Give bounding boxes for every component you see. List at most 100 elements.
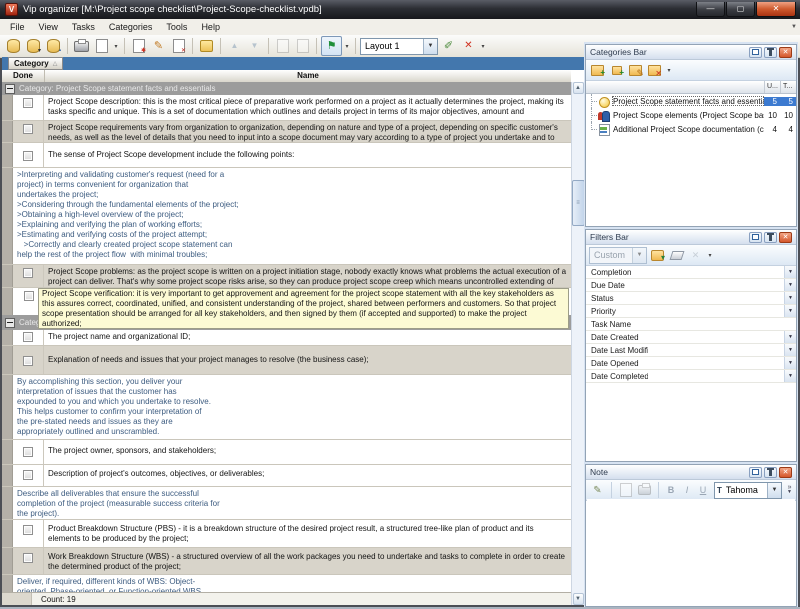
task-row[interactable]: Work Breakdown Structure (WBS) - a struc… [2,548,571,575]
close-button[interactable]: ✕ [756,2,796,17]
edit-category-button[interactable]: ✎ [627,62,644,78]
menu-view[interactable]: View [32,21,65,33]
new-task-button[interactable]: ✱ [129,37,148,55]
italic-button[interactable]: I [680,485,694,495]
selected-task-editor[interactable]: Project Scope verification: it is very i… [38,288,569,329]
vertical-scrollbar[interactable]: ▲ ≡ ▼ [571,82,584,605]
note-close-button[interactable]: ✕ [779,467,792,478]
underline-button[interactable]: U [696,485,710,495]
categories-overflow-icon[interactable]: ▾ [665,67,673,74]
category-item[interactable]: Project Scope statement facts and essent… [586,94,796,108]
note-toolbar-overflow[interactable]: »▼ [787,486,793,494]
move-up-button[interactable]: ▲ [225,37,244,55]
task-row[interactable]: Project Scope description: this is the m… [2,95,571,121]
filter-value-input[interactable] [648,344,784,356]
delete-layout-button[interactable]: ✕ [459,37,478,55]
maximize-button[interactable]: ▢ [726,2,755,17]
print-button[interactable] [72,37,91,55]
undone-column-header[interactable]: U... [764,81,780,93]
done-checkbox[interactable] [24,291,34,301]
note-preview-button[interactable] [617,482,634,498]
filters-close-button[interactable]: ✕ [779,232,792,243]
font-combo[interactable]: T Tahoma ▼ [714,482,782,499]
filter-dropdown-button[interactable]: ▼ [784,370,796,382]
column-header-done[interactable]: Done [2,70,45,82]
note-row[interactable]: Describe all deliverables that ensure th… [2,487,571,520]
done-checkbox[interactable] [23,98,33,108]
filter-preset-combo[interactable]: Custom ▼ [589,247,647,264]
print-overflow-icon[interactable]: ▾ [112,43,120,50]
filter-preset-dropdown[interactable]: ▼ [632,248,646,263]
filter-value-input[interactable] [648,279,784,291]
view-overflow-icon[interactable]: ▾ [343,43,351,50]
bold-button[interactable]: B [664,485,678,495]
task-row[interactable]: Explanation of needs and issues that you… [2,346,571,375]
note-row[interactable]: By accomplishing this section, you deliv… [2,375,571,440]
note-print-button[interactable] [636,482,653,498]
task-row[interactable]: Product Breakdown Structure (PBS) - it i… [2,520,571,548]
task-row[interactable]: The project name and organizational ID; [2,330,571,346]
filter-value-input[interactable] [648,292,784,304]
task-row[interactable]: Description of project's outcomes, objec… [2,465,571,487]
total-column-header[interactable]: T... [780,81,796,93]
menu-overflow-icon[interactable]: ▼ [791,24,797,30]
menu-tasks[interactable]: Tasks [65,21,102,33]
task-row[interactable]: Project Scope problems: as the project s… [2,265,571,288]
remove-filter-button[interactable]: ✕ [687,247,704,263]
filter-dropdown-button[interactable]: ▼ [784,279,796,291]
new-database-button[interactable] [4,37,23,55]
note-row[interactable]: Deliver, if required, different kinds of… [2,575,571,593]
note-save-button[interactable]: ✎ [589,482,606,498]
task-row[interactable]: The project owner, sponsors, and stakeho… [2,440,571,465]
done-checkbox[interactable] [23,151,33,161]
note-maximize-button[interactable] [749,467,762,478]
scroll-up-icon[interactable]: ▲ [573,82,584,94]
view-mode-button[interactable]: ⚑ [321,36,342,56]
done-checkbox[interactable] [23,447,33,457]
filter-dropdown-button[interactable]: ▼ [784,331,796,343]
note-pin-button[interactable] [764,467,777,478]
font-combo-dropdown[interactable]: ▼ [767,483,781,498]
filter-dropdown-button[interactable]: ▼ [784,305,796,317]
filter-value-input[interactable] [648,318,796,330]
edit-layout-button[interactable]: ✐ [439,37,458,55]
collapse-group-icon[interactable] [5,84,15,94]
clear-filter-button[interactable] [668,247,685,263]
delete-task-button[interactable]: ✕ [169,37,188,55]
category-item[interactable]: Project Scope elements (Project Scope ba… [586,108,796,122]
filter-value-input[interactable] [648,266,784,278]
save-database-button[interactable]: ▪ [44,37,63,55]
done-checkbox[interactable] [23,470,33,480]
task-row[interactable]: Project Scope requirements vary from org… [2,121,571,143]
filters-overflow-icon[interactable]: ▾ [706,252,714,259]
filter-value-input[interactable] [648,305,784,317]
filter-dropdown-button[interactable]: ▼ [784,357,796,369]
add-category-button[interactable]: + [589,62,606,78]
filter-value-input[interactable] [648,357,784,369]
note-content[interactable] [587,499,795,605]
indent-button[interactable] [273,37,292,55]
filter-dropdown-button[interactable]: ▼ [784,292,796,304]
layout-overflow-icon[interactable]: ▾ [479,43,487,50]
filter-value-input[interactable] [648,370,784,382]
layout-combo[interactable]: Layout 1 ▼ [360,38,438,55]
categories-pin-button[interactable] [764,47,777,58]
add-subcategory-button[interactable]: + [608,62,625,78]
note-row[interactable]: >Interpreting and validating customer's … [2,168,571,265]
scroll-thumb[interactable]: ≡ [572,180,585,226]
layout-combo-dropdown[interactable]: ▼ [423,39,437,54]
outdent-button[interactable] [293,37,312,55]
minimize-button[interactable]: — [696,2,725,17]
menu-categories[interactable]: Categories [102,21,160,33]
done-checkbox[interactable] [23,356,33,366]
filters-maximize-button[interactable] [749,232,762,243]
save-filter-button[interactable]: ▾ [649,247,666,263]
group-row-1[interactable]: Category: Project Scope statement facts … [2,82,571,95]
open-database-button[interactable]: ▾ [24,37,43,55]
filter-value-input[interactable] [648,331,784,343]
filter-dropdown-button[interactable]: ▼ [784,344,796,356]
scroll-down-icon[interactable]: ▼ [573,593,584,605]
collapse-group-icon[interactable] [5,318,15,328]
column-header-name[interactable]: Name [45,70,571,82]
done-checkbox[interactable] [23,553,33,563]
